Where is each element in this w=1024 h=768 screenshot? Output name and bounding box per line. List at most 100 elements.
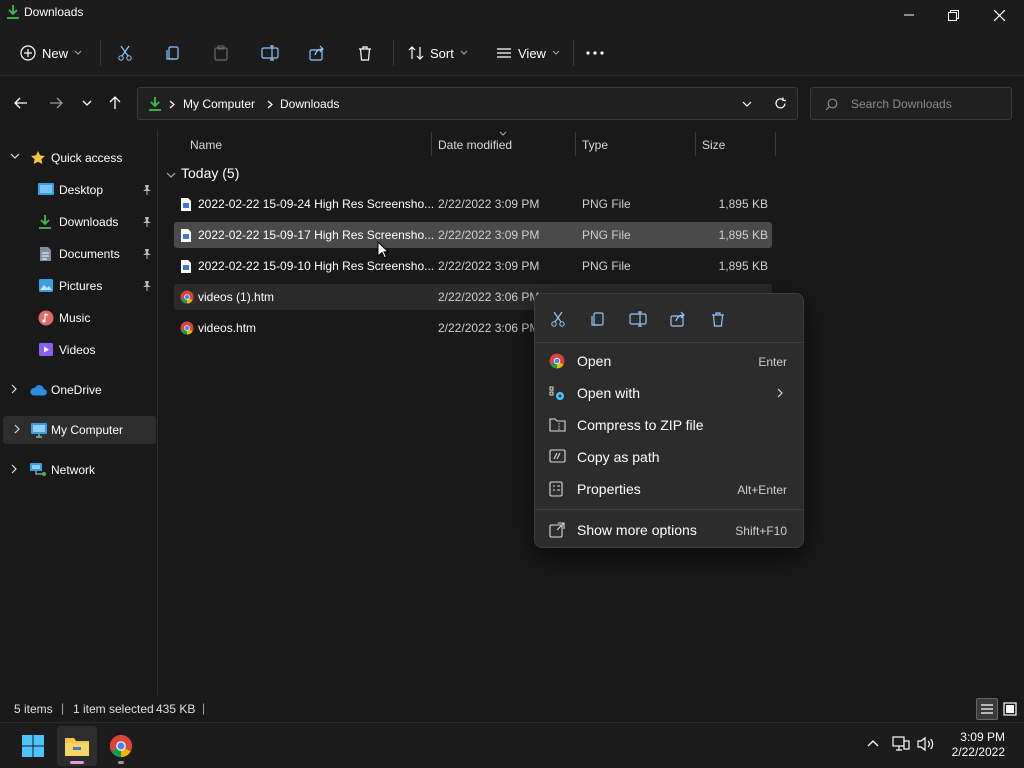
context-rename-button[interactable] [625,306,651,332]
clock[interactable]: 3:09 PM 2/22/2022 [952,730,1005,760]
pictures-icon [39,279,53,292]
chrome-icon [109,734,133,758]
chrome-icon [549,353,565,369]
paste-button[interactable] [213,38,229,68]
command-bar: New Sort View [0,30,1024,76]
context-properties[interactable]: Properties Alt+Enter [539,474,801,504]
context-copy-button[interactable] [585,306,611,332]
file-type: PNG File [582,197,631,211]
pin-icon[interactable] [142,216,152,228]
chevron-right-icon[interactable] [10,464,18,474]
view-button[interactable]: View [496,38,560,68]
column-header-name[interactable]: Name [190,138,222,166]
nav-quick-access[interactable]: Quick access [0,144,156,172]
context-show-more-options[interactable]: Show more options Shift+F10 [539,515,801,545]
group-header-today[interactable]: Today (5) [181,165,239,181]
restore-button[interactable] [930,0,976,30]
breadcrumb-my-computer[interactable]: My Computer [183,97,255,111]
chevron-down-icon[interactable] [166,172,176,179]
sort-indicator-icon [499,131,507,136]
cut-button[interactable] [117,38,133,68]
address-bar[interactable]: My Computer Downloads [137,87,798,120]
sort-icon [408,46,424,60]
nav-item-desktop[interactable]: Desktop [0,176,156,204]
file-name: videos (1).htm [198,290,275,304]
chevron-down-icon[interactable] [742,101,752,107]
downloads-icon [39,215,51,229]
document-icon [40,247,51,261]
taskbar-chrome[interactable] [101,726,141,766]
file-row-selected[interactable]: 2022-02-22 15-09-17 High Res Screensho..… [174,222,772,248]
context-open-label: Open [577,353,612,369]
nav-my-computer[interactable]: My Computer [3,416,156,444]
pin-icon[interactable] [142,280,152,292]
context-properties-label: Properties [577,481,641,497]
nav-onedrive[interactable]: OneDrive [0,376,156,404]
search-box[interactable]: Search Downloads [810,87,1012,120]
volume-icon[interactable] [917,736,935,752]
forward-button[interactable] [45,91,67,115]
sort-label: Sort [430,45,454,61]
rename-button[interactable] [261,38,279,68]
file-name: videos.htm [198,321,257,335]
chevron-right-icon[interactable] [13,424,21,434]
nav-item-label: Documents [59,247,120,261]
pin-icon[interactable] [142,248,152,260]
copy-icon [591,312,604,326]
sort-button[interactable]: Sort [408,38,468,68]
view-list-icon [497,48,511,58]
breadcrumb-downloads[interactable]: Downloads [280,97,339,111]
network-status-icon[interactable] [892,736,910,752]
context-cut-button[interactable] [545,306,571,332]
up-button[interactable] [104,91,126,115]
chevron-up-icon[interactable] [867,739,879,747]
chevron-right-icon[interactable] [10,384,18,394]
status-item-count: 5 items [14,702,53,716]
nav-item-music[interactable]: Music [0,304,156,332]
file-date: 2/22/2022 3:09 PM [438,197,540,211]
context-share-button[interactable] [665,306,691,332]
context-compress-zip[interactable]: Compress to ZIP file [539,410,801,440]
nav-item-label: Music [59,311,91,325]
close-button[interactable] [976,0,1022,30]
share-icon [309,45,324,61]
column-header-date[interactable]: Date modified [438,138,512,166]
file-size: 1,895 KB [718,197,768,211]
downloads-icon [6,4,20,23]
chrome-html-icon [180,321,194,335]
nav-item-downloads[interactable]: Downloads [0,208,156,236]
tiles-view-button[interactable] [999,698,1021,720]
file-row[interactable]: 2022-02-22 15-09-24 High Res Screensho..… [174,191,772,217]
pin-icon[interactable] [142,184,152,196]
context-copy-as-path[interactable]: Copy as path [539,442,801,472]
taskbar-file-explorer[interactable] [57,726,97,766]
context-open-with-label: Open with [577,385,641,401]
context-delete-button[interactable] [705,306,731,332]
delete-button[interactable] [357,38,373,68]
column-header-size[interactable]: Size [702,138,725,166]
nav-network-label: Network [51,463,96,477]
scissors-icon [551,311,565,327]
new-button[interactable]: New [20,38,82,68]
clock-time: 3:09 PM [960,730,1005,744]
file-row[interactable]: 2022-02-22 15-09-10 High Res Screensho..… [174,253,772,279]
more-options-button[interactable] [586,38,604,68]
copy-button[interactable] [165,38,181,68]
chevron-down-icon[interactable] [10,152,20,160]
nav-item-pictures[interactable]: Pictures [0,272,156,300]
minimize-button[interactable] [886,0,932,30]
context-open[interactable]: Open Enter [539,346,801,376]
file-date: 2/22/2022 3:09 PM [438,228,540,242]
nav-network[interactable]: Network [0,456,156,484]
nav-item-documents[interactable]: Documents [0,240,156,268]
context-open-with[interactable]: Open with [539,378,801,408]
back-button[interactable] [10,91,32,115]
share-button[interactable] [309,38,325,68]
arrow-up-icon [109,96,121,109]
recent-locations-button[interactable] [76,91,98,115]
nav-item-videos[interactable]: Videos [0,336,156,364]
refresh-icon[interactable] [774,97,787,110]
details-view-button[interactable] [976,698,998,720]
start-button[interactable] [13,726,53,766]
column-header-type[interactable]: Type [582,138,608,166]
